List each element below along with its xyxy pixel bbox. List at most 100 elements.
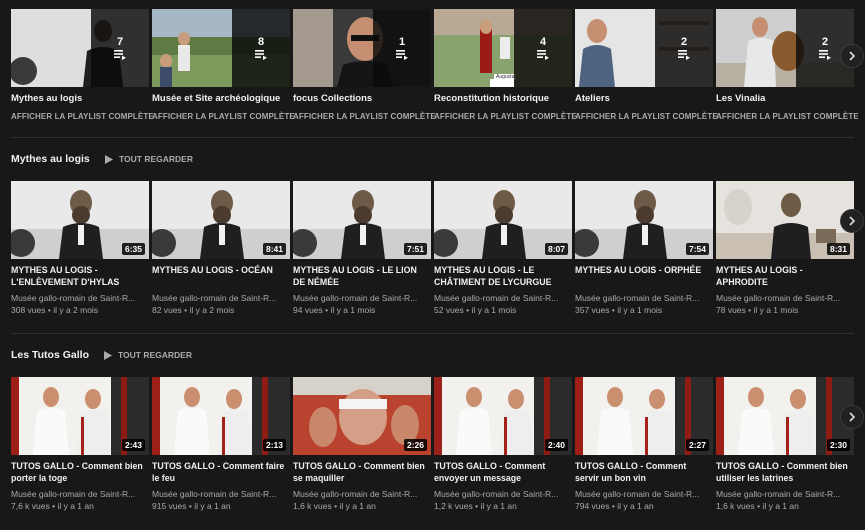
view-full-playlist-link[interactable]: AFFICHER LA PLAYLIST COMPLÈTE xyxy=(575,112,718,121)
playlist-thumbnail[interactable]: 2 xyxy=(716,9,854,87)
video-metadata: 1,2 k vues • il y a 1 an xyxy=(434,501,517,511)
video-title[interactable]: MYTHES AU LOGIS - APHRODITE xyxy=(716,265,852,288)
thumbnail-badge: Augusta xyxy=(494,74,517,80)
channel-name[interactable]: Musée gallo-romain de Saint-R... xyxy=(716,293,840,303)
playlist-title[interactable]: Reconstitution historique xyxy=(434,93,549,104)
next-arrow-button[interactable] xyxy=(840,209,864,233)
play-icon xyxy=(104,350,112,360)
video-duration: 7:54 xyxy=(685,243,709,255)
chevron-right-icon xyxy=(849,216,856,226)
playlist-thumbnail[interactable]: 2 xyxy=(575,9,713,87)
channel-name[interactable]: Musée gallo-romain de Saint-R... xyxy=(152,293,276,303)
channel-name[interactable]: Musée gallo-romain de Saint-R... xyxy=(11,293,135,303)
shelf-title[interactable]: Les Tutos Gallo xyxy=(11,349,89,361)
video-title[interactable]: MYTHES AU LOGIS - L'ENLÈVEMENT D'HYLAS xyxy=(11,265,147,288)
video-duration: 8:41 xyxy=(262,243,286,255)
playlist-icon xyxy=(396,50,408,60)
video-metadata: 357 vues • il y a 1 mois xyxy=(575,305,663,315)
video-title[interactable]: MYTHES AU LOGIS - OCÉAN xyxy=(152,265,288,277)
video-metadata: 94 vues • il y a 1 mois xyxy=(293,305,376,315)
playlist-title[interactable]: Mythes au logis xyxy=(11,93,82,104)
playlist-video-count: 8 xyxy=(257,36,265,48)
video-title[interactable]: TUTOS GALLO - Comment bien se maquiller xyxy=(293,461,429,484)
channel-name[interactable]: Musée gallo-romain de Saint-R... xyxy=(293,489,417,499)
playlist-thumbnail[interactable]: 7 xyxy=(11,9,149,87)
video-thumbnail[interactable]: 8:07 xyxy=(434,181,572,259)
video-thumbnail[interactable]: 6:35 xyxy=(11,181,149,259)
playlist-count-overlay: 2 xyxy=(655,9,713,87)
video-thumbnail[interactable]: 2:43 xyxy=(11,377,149,455)
channel-name[interactable]: Musée gallo-romain de Saint-R... xyxy=(434,293,558,303)
channel-name[interactable]: Musée gallo-romain de Saint-R... xyxy=(434,489,558,499)
video-title[interactable]: TUTOS GALLO - Comment bien porter la tog… xyxy=(11,461,147,484)
video-metadata: 1,6 k vues • il y a 1 an xyxy=(293,501,376,511)
channel-name[interactable]: Musée gallo-romain de Saint-R... xyxy=(152,489,276,499)
video-metadata: 308 vues • il y a 2 mois xyxy=(11,305,99,315)
playlist-thumbnail[interactable]: 8 xyxy=(152,9,290,87)
video-thumbnail[interactable]: 2:13 xyxy=(152,377,290,455)
view-full-playlist-link[interactable]: AFFICHER LA PLAYLIST COMPLÈTE xyxy=(293,112,436,121)
video-duration: 2:13 xyxy=(262,439,286,451)
video-duration: 6:35 xyxy=(121,243,145,255)
video-metadata: 1,6 k vues • il y a 1 an xyxy=(716,501,799,511)
video-thumbnail[interactable]: 2:30 xyxy=(716,377,854,455)
video-duration: 7:51 xyxy=(403,243,427,255)
playlist-video-count: 4 xyxy=(539,36,547,48)
video-thumbnail[interactable]: 2:26 xyxy=(293,377,431,455)
video-thumbnail[interactable]: 8:31 xyxy=(716,181,854,259)
playlist-thumbnail[interactable]: 1 xyxy=(293,9,431,87)
video-duration: 8:31 xyxy=(826,243,850,255)
playlist-title[interactable]: Musée et Site archéologique xyxy=(152,93,280,104)
video-title[interactable]: MYTHES AU LOGIS - LE CHÂTIMENT DE LYCURG… xyxy=(434,265,570,288)
playlist-thumbnail[interactable]: Augusta 4 xyxy=(434,9,572,87)
video-duration: 2:40 xyxy=(544,439,568,451)
video-thumbnail[interactable]: 7:51 xyxy=(293,181,431,259)
video-title[interactable]: MYTHES AU LOGIS - LE LION DE NÉMÉE xyxy=(293,265,429,288)
playlist-title[interactable]: Ateliers xyxy=(575,93,610,104)
channel-name[interactable]: Musée gallo-romain de Saint-R... xyxy=(293,293,417,303)
playlist-icon xyxy=(678,50,690,60)
playlist-title[interactable]: focus Collections xyxy=(293,93,372,104)
view-full-playlist-link[interactable]: AFFICHER LA PLAYLIST COMPLÈTE xyxy=(716,112,859,121)
video-title[interactable]: TUTOS GALLO - Comment faire le feu xyxy=(152,461,288,484)
view-full-playlist-link[interactable]: AFFICHER LA PLAYLIST COMPLÈTE xyxy=(434,112,577,121)
play-icon xyxy=(105,154,113,164)
playlist-video-count: 2 xyxy=(821,36,829,48)
next-arrow-button[interactable] xyxy=(840,44,864,68)
channel-name[interactable]: Musée gallo-romain de Saint-R... xyxy=(575,489,699,499)
section-divider xyxy=(11,333,854,334)
playlist-count-overlay: 8 xyxy=(232,9,290,87)
video-thumbnail[interactable]: 8:41 xyxy=(152,181,290,259)
video-title[interactable]: TUTOS GALLO - Comment servir un bon vin xyxy=(575,461,711,484)
channel-name[interactable]: Musée gallo-romain de Saint-R... xyxy=(716,489,840,499)
play-all-button[interactable]: TOUT REGARDER xyxy=(104,350,192,360)
play-all-button[interactable]: TOUT REGARDER xyxy=(105,154,193,164)
view-full-playlist-link[interactable]: AFFICHER LA PLAYLIST COMPLÈTE xyxy=(152,112,295,121)
channel-name[interactable]: Musée gallo-romain de Saint-R... xyxy=(11,489,135,499)
video-duration: 2:26 xyxy=(403,439,427,451)
view-full-playlist-link[interactable]: AFFICHER LA PLAYLIST COMPLÈTE xyxy=(11,112,154,121)
channel-name[interactable]: Musée gallo-romain de Saint-R... xyxy=(575,293,699,303)
video-thumbnail[interactable]: 2:40 xyxy=(434,377,572,455)
playlist-icon xyxy=(819,50,831,60)
playlist-count-overlay: 4 xyxy=(514,9,572,87)
playlist-video-count: 2 xyxy=(680,36,688,48)
video-title[interactable]: TUTOS GALLO - Comment envoyer un message xyxy=(434,461,570,484)
video-duration: 2:43 xyxy=(121,439,145,451)
shelf-title[interactable]: Mythes au logis xyxy=(11,153,90,165)
video-duration: 8:07 xyxy=(544,243,568,255)
next-arrow-button[interactable] xyxy=(840,405,864,429)
playlist-video-count: 1 xyxy=(398,36,406,48)
video-title[interactable]: TUTOS GALLO - Comment bien utiliser les … xyxy=(716,461,852,484)
video-thumbnail[interactable]: 2:27 xyxy=(575,377,713,455)
video-duration: 2:30 xyxy=(826,439,850,451)
playlist-count-overlay: 1 xyxy=(373,9,431,87)
playlist-video-count: 7 xyxy=(116,36,124,48)
play-all-label: TOUT REGARDER xyxy=(119,154,193,164)
video-metadata: 82 vues • il y a 2 mois xyxy=(152,305,235,315)
video-title[interactable]: MYTHES AU LOGIS - ORPHÉE xyxy=(575,265,711,277)
video-thumbnail[interactable]: 7:54 xyxy=(575,181,713,259)
video-metadata: 78 vues • il y a 1 mois xyxy=(716,305,799,315)
video-metadata: 915 vues • il y a 1 an xyxy=(152,501,231,511)
playlist-title[interactable]: Les Vinalia xyxy=(716,93,765,104)
